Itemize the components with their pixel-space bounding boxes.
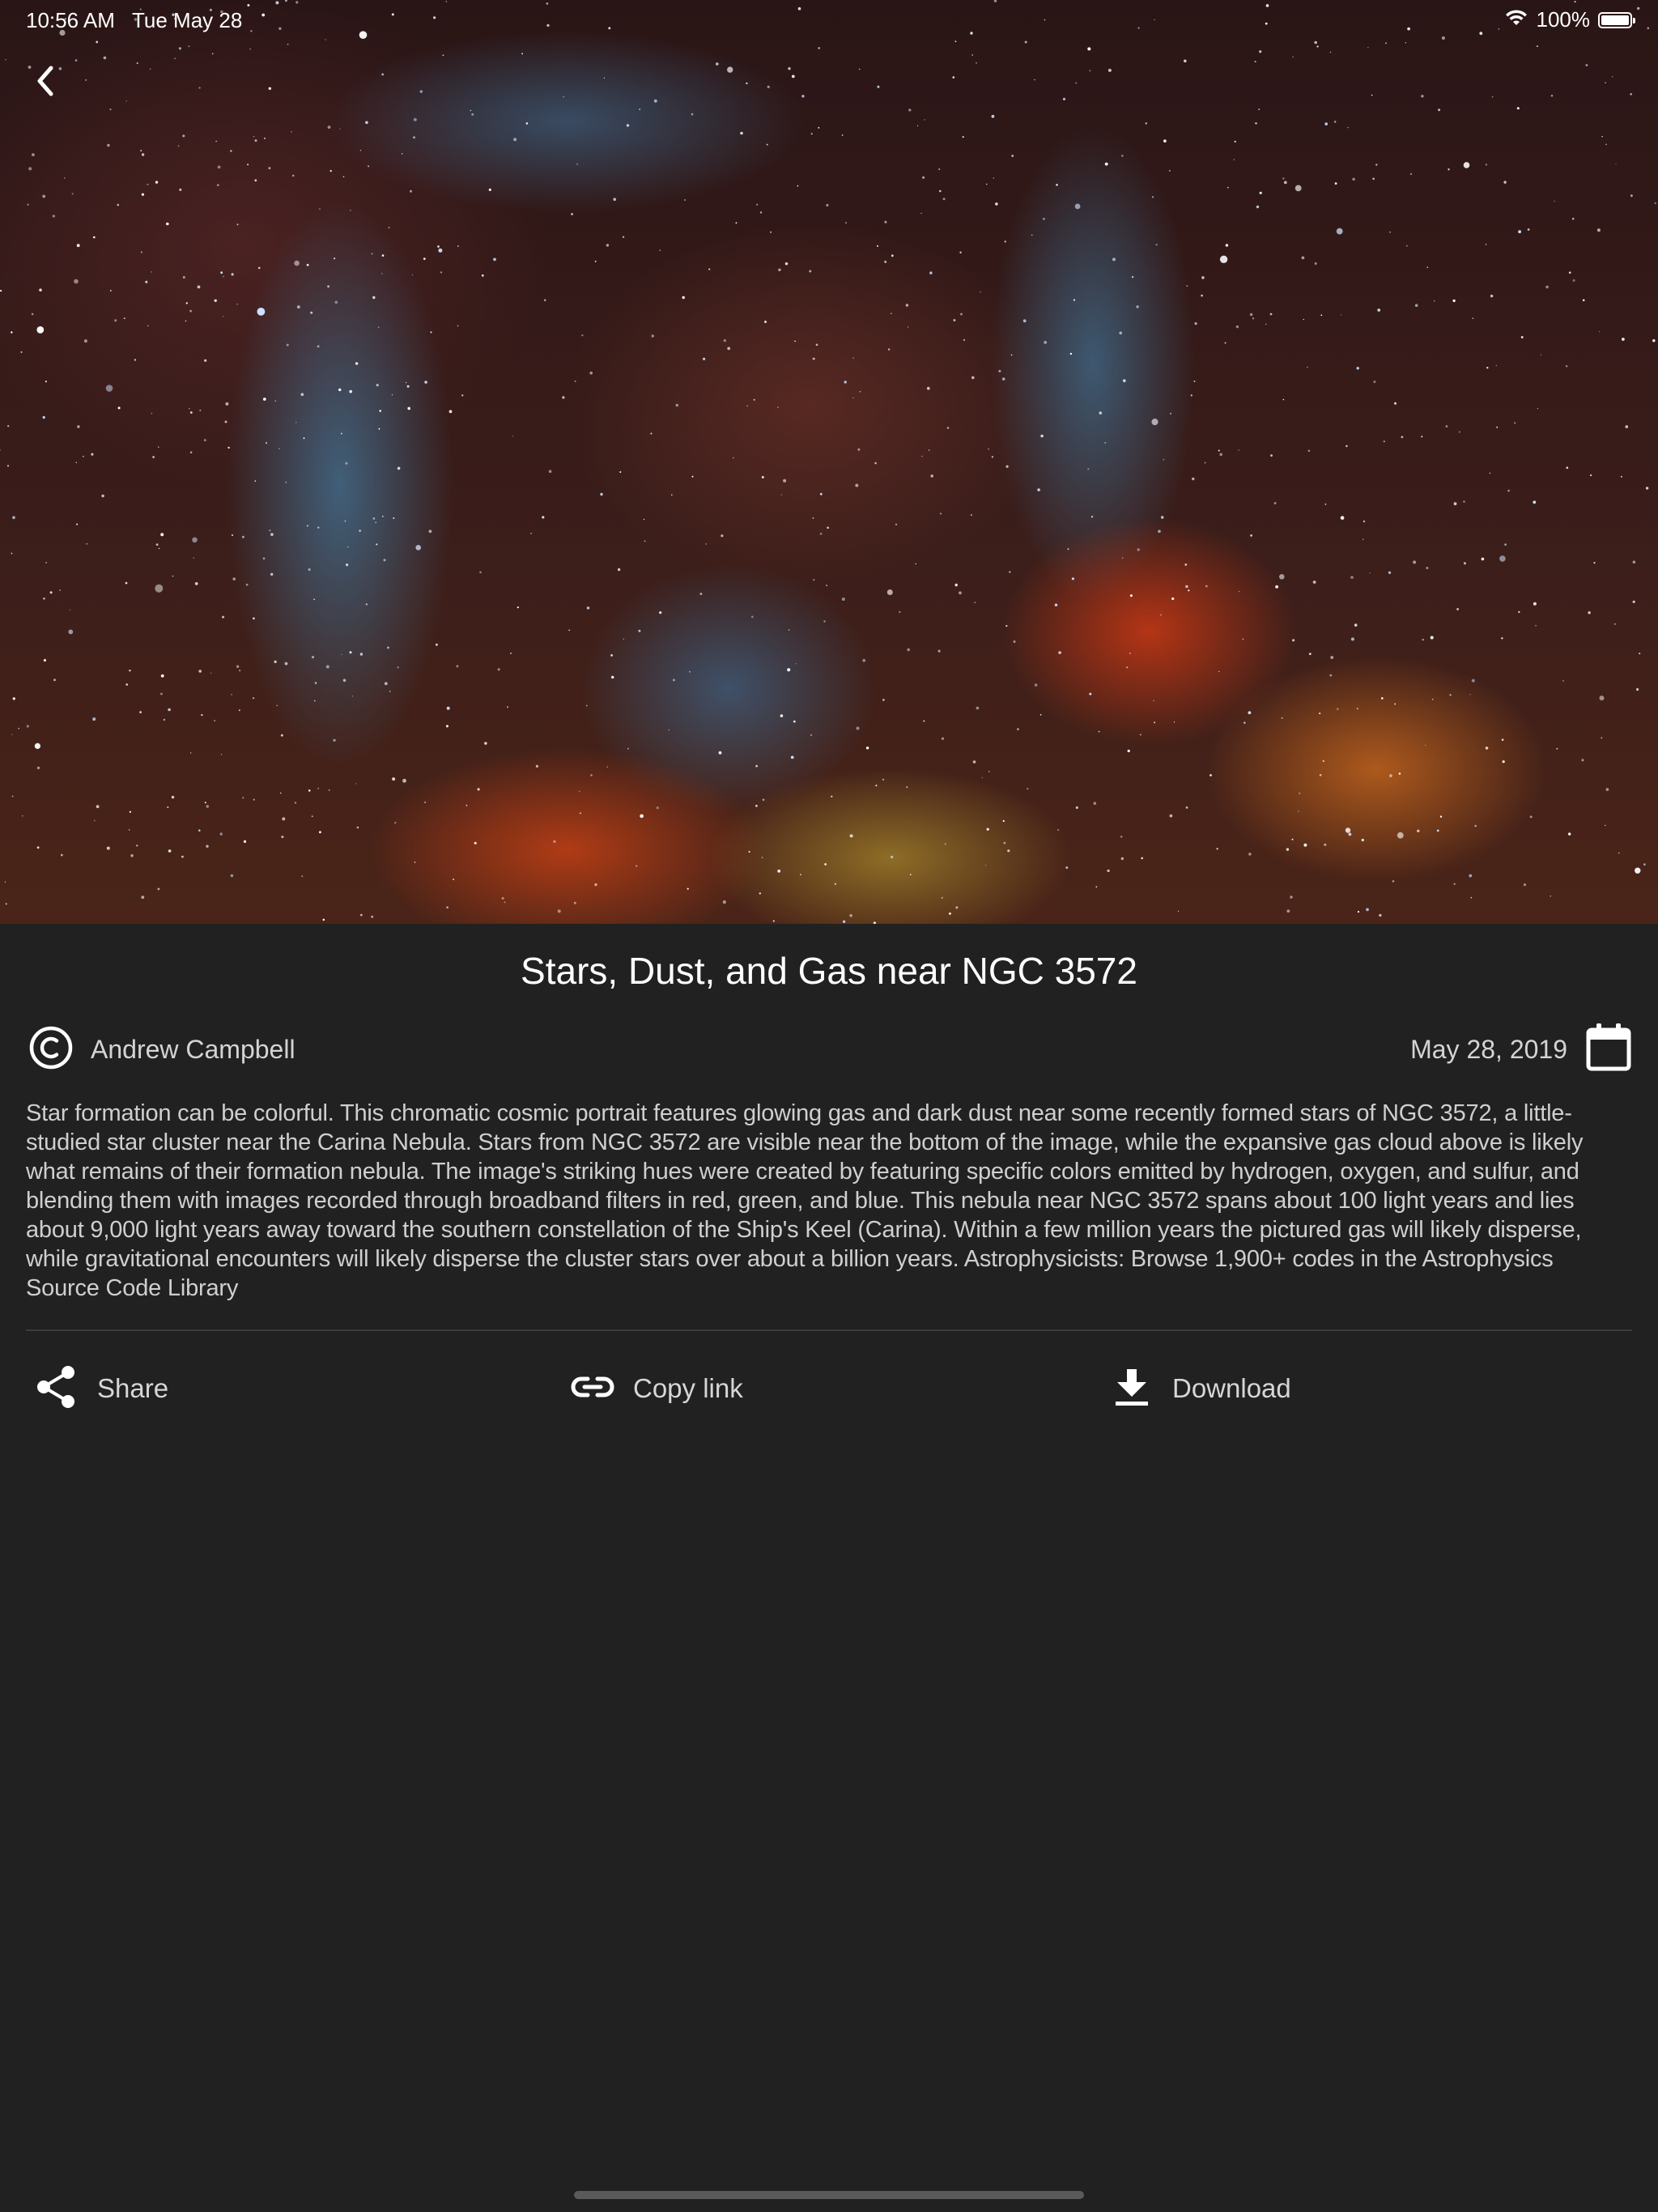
author-name: Andrew Campbell [91,1035,295,1064]
publish-date: May 28, 2019 [1410,1035,1567,1064]
chevron-left-icon [33,63,57,103]
battery-percentage: 100% [1536,7,1591,32]
status-indicators: 100% [1504,7,1635,32]
calendar-icon[interactable] [1585,1022,1632,1076]
meta-row: Andrew Campbell May 28, 2019 [26,1022,1632,1074]
status-bar: 10:56 AM Tue May 28 100% [0,0,1658,39]
status-date: Tue May 28 [132,8,243,32]
share-button[interactable]: Share [32,1360,168,1417]
share-label: Share [97,1373,169,1403]
download-label: Download [1172,1373,1291,1403]
page-title: Stars, Dust, and Gas near NGC 3572 [521,950,1137,992]
back-button[interactable] [23,57,68,108]
home-indicator[interactable] [574,2191,1084,2199]
copyright-icon [28,1025,74,1074]
action-bar: Share Copy link Download [0,1360,1658,1417]
article-description: Star formation can be colorful. This chr… [26,1100,1584,1301]
battery-icon [1598,11,1635,28]
copy-link-button[interactable]: Copy link [568,1360,743,1417]
divider [26,1329,1632,1331]
download-icon [1107,1363,1156,1415]
starfield [0,0,1656,924]
copy-link-label: Copy link [633,1373,743,1403]
link-icon [568,1363,617,1415]
download-button[interactable]: Download [1107,1360,1291,1417]
share-icon [32,1363,81,1415]
wifi-icon [1504,7,1528,32]
status-time: 10:56 AM [26,8,115,32]
hero-image[interactable] [0,0,1658,924]
